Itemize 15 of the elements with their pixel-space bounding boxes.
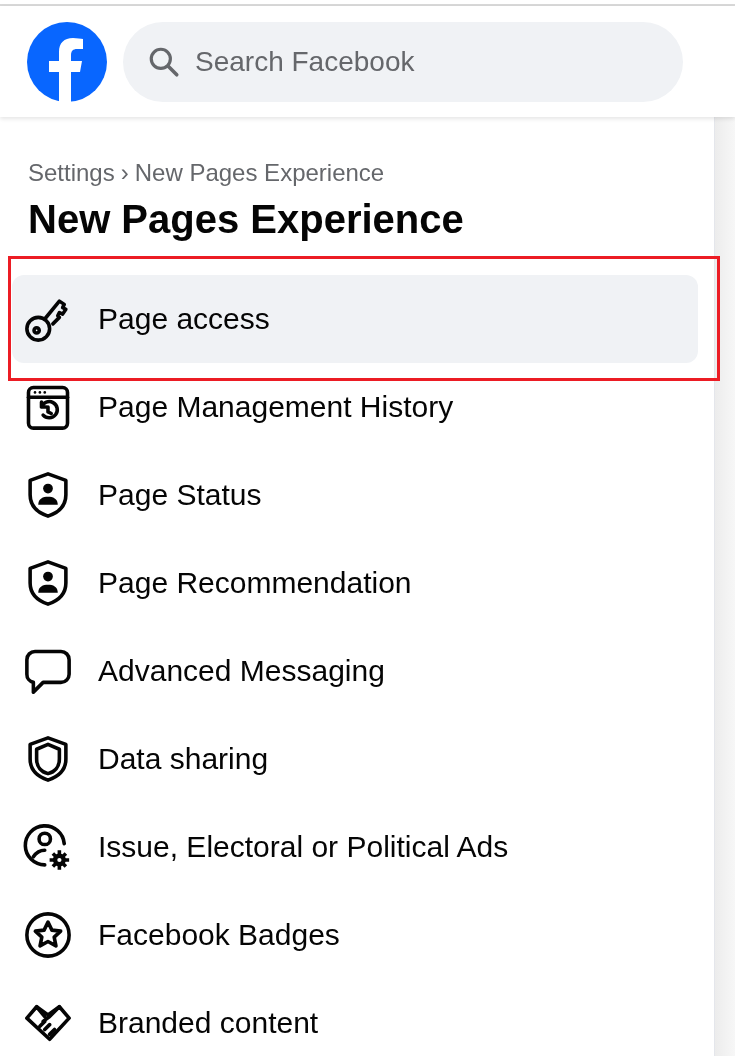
menu-item[interactable]: Page Status	[12, 451, 698, 539]
facebook-logo[interactable]	[27, 21, 107, 102]
breadcrumb-link[interactable]: Settings	[28, 159, 115, 187]
menu-item[interactable]: Branded content	[12, 979, 698, 1056]
search-field[interactable]: Search Facebook	[123, 21, 683, 102]
menu-item[interactable]: Page Management History	[12, 363, 698, 451]
menu-item[interactable]: Issue, Electoral or Political Ads	[12, 803, 698, 891]
menu-item[interactable]: Data sharing	[12, 715, 698, 803]
menu-item[interactable]: Advanced Messaging	[12, 627, 698, 715]
menu-item[interactable]: Facebook Badges	[12, 891, 698, 979]
breadcrumb-link[interactable]: New Pages Experience	[134, 159, 385, 187]
menu-item[interactable]: Page access	[12, 275, 698, 363]
page-title: New Pages Experience	[28, 196, 465, 243]
menu-item[interactable]: Page Recommendation	[12, 539, 698, 627]
breadcrumb-separator: ›	[120, 159, 129, 187]
